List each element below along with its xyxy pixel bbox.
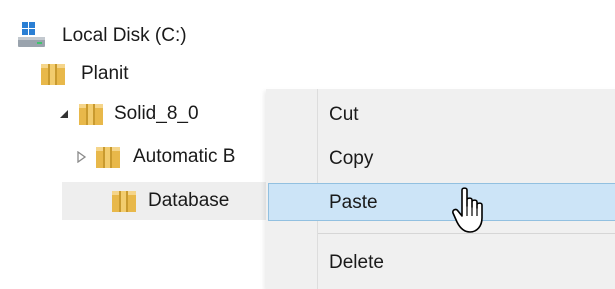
menu-item-delete[interactable]: Delete [266,243,615,283]
tree-item-label: Planit [81,63,129,84]
context-menu: Cut Copy Paste Delete [266,89,615,289]
folder-icon [111,188,137,212]
hand-pointer-icon [450,186,490,236]
drive-icon [16,20,46,50]
menu-item-label: Copy [329,148,374,169]
folder-icon [95,144,121,168]
tree-item-label: Automatic B [133,146,236,167]
menu-item-paste[interactable]: Paste [266,183,615,223]
folder-icon [40,61,66,85]
menu-item-label: Paste [329,192,378,213]
collapsed-arrow-icon[interactable] [76,151,88,163]
tree-item-label: Database [148,190,230,211]
menu-item-highlight [268,183,615,221]
tree-item-label: Local Disk (C:) [62,25,187,46]
menu-item-cut[interactable]: Cut [266,95,615,135]
tree-item-label: Solid_8_0 [114,103,199,124]
menu-item-label: Cut [329,104,359,125]
menu-item-copy[interactable]: Copy [266,139,615,179]
expanded-arrow-icon[interactable] [58,108,70,120]
folder-icon [78,101,104,125]
menu-item-label: Delete [329,252,384,273]
